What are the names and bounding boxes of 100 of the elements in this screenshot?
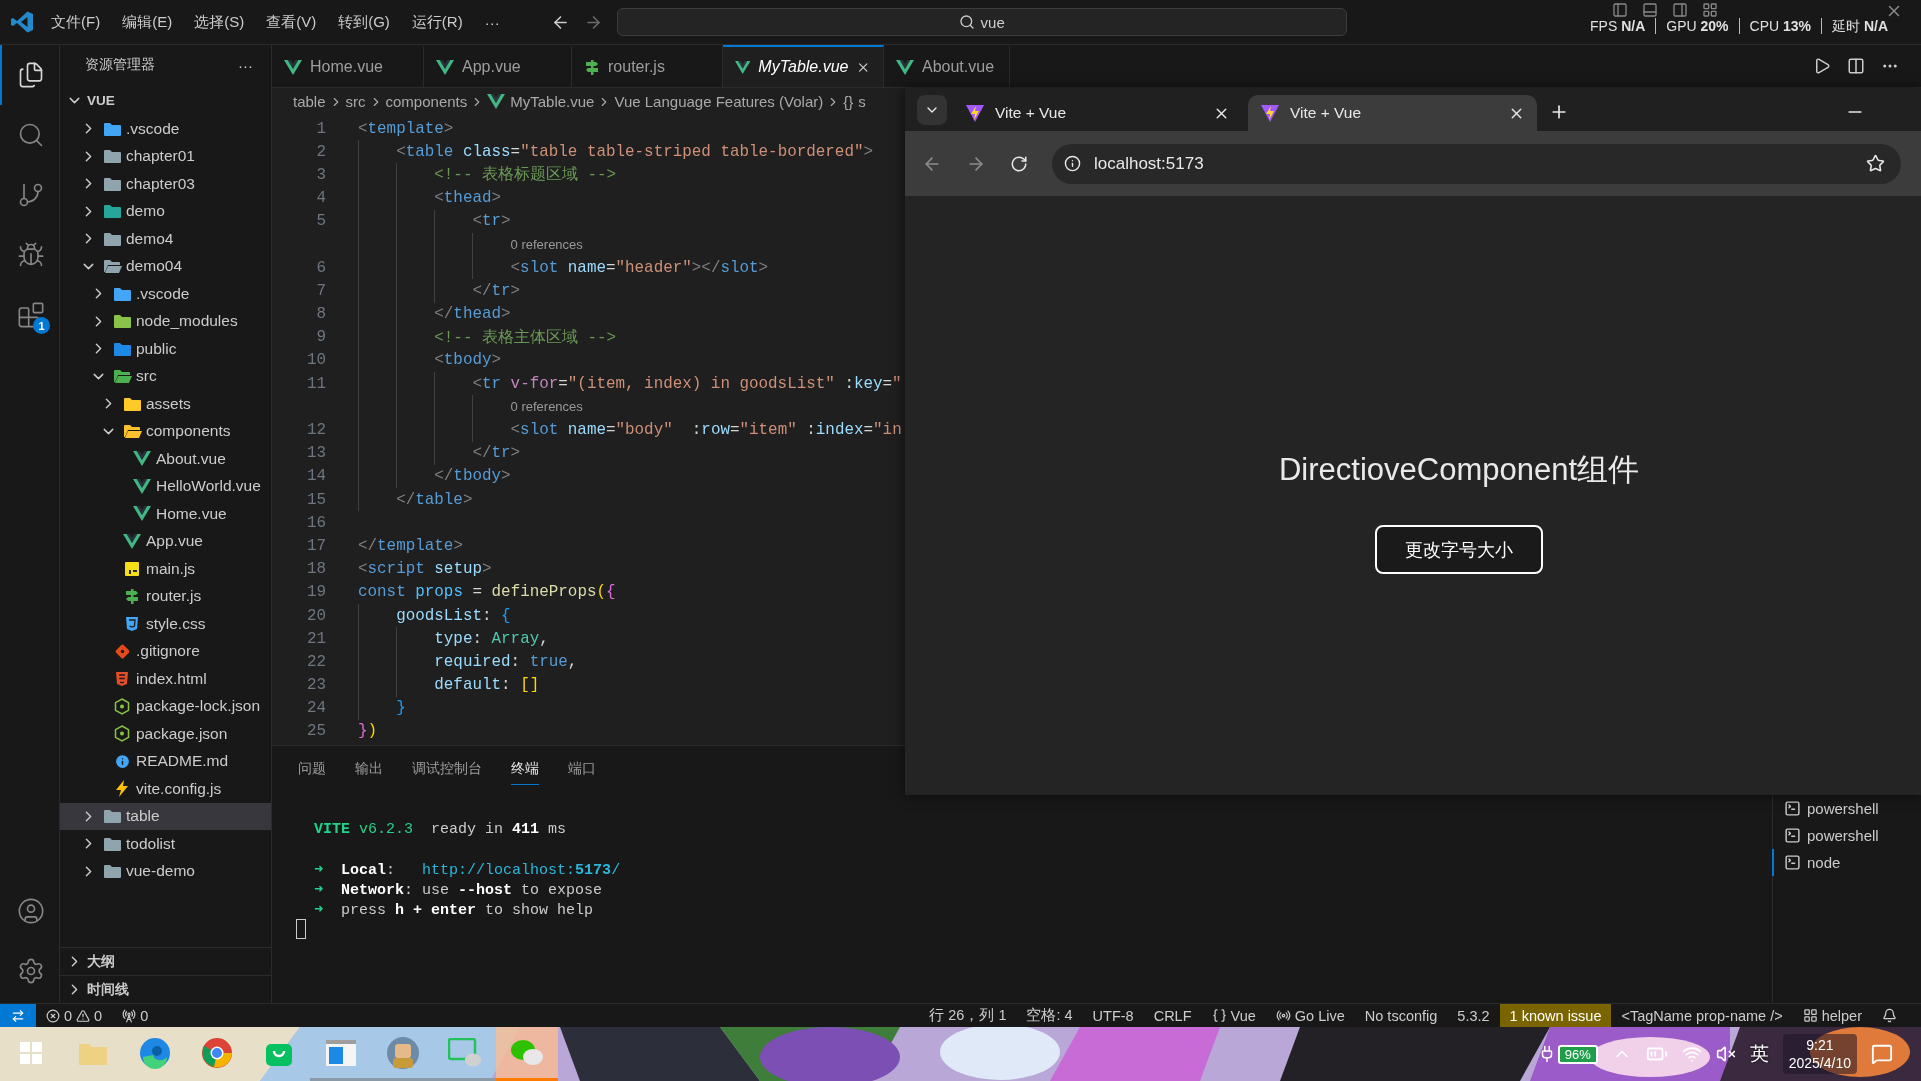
status-item[interactable]: 空格: 4 — [1016, 1004, 1083, 1027]
reload-icon[interactable] — [1010, 154, 1028, 173]
tree-item[interactable]: router.js — [60, 582, 271, 610]
tree-item[interactable]: App.vue — [60, 527, 271, 555]
notification-icon[interactable] — [1871, 1043, 1893, 1065]
folder-icon — [102, 835, 122, 852]
search-field[interactable]: vue — [616, 8, 1347, 36]
tree-item[interactable]: demo4 — [60, 225, 271, 253]
editor-tab[interactable]: MyTable.vue — [723, 45, 884, 87]
tree-item[interactable]: About.vue — [60, 445, 271, 473]
section-header[interactable]: VUE — [60, 85, 271, 115]
tree-item[interactable]: table — [60, 802, 271, 830]
problems-indicator[interactable]: 0 0 — [36, 1004, 113, 1027]
menu-item[interactable]: 选择(S) — [183, 8, 256, 36]
line-number: 16 — [305, 513, 326, 532]
app-window-icon[interactable] — [325, 1038, 357, 1067]
section-header[interactable]: 大纲 — [60, 947, 271, 975]
clock[interactable]: 9:21 2025/4/10 — [1782, 1034, 1857, 1074]
terminal-line: VITE v6.2.3 ready in 411 ms — [314, 820, 567, 838]
info-icon[interactable] — [1064, 155, 1081, 172]
tree-item[interactable]: chapter01 — [60, 142, 271, 170]
tree-item[interactable]: .gitignore — [60, 637, 271, 665]
input-method-indicator[interactable]: 英 — [1749, 1041, 1769, 1067]
status-item[interactable]: Vue — [1201, 1004, 1266, 1027]
tree-item[interactable]: vue-demo — [60, 857, 271, 885]
breadcrumb-item[interactable]: MyTable.vue — [487, 93, 595, 110]
remote-button[interactable] — [0, 1004, 36, 1027]
tree-item[interactable]: Home.vue — [60, 500, 271, 528]
menu-item[interactable]: 编辑(E) — [111, 8, 184, 36]
bookmark-icon[interactable] — [1866, 154, 1885, 173]
chrome-logo-icon[interactable] — [201, 1036, 233, 1069]
font-size-button[interactable]: 更改字号大小 — [1375, 525, 1543, 574]
tree-item[interactable]: package-lock.json — [60, 692, 271, 720]
breadcrumb-item[interactable]: src — [345, 93, 366, 110]
more-menu[interactable]: ··· — [473, 9, 511, 35]
tree-item[interactable]: README.md — [60, 747, 271, 775]
tree-item[interactable]: index.html — [60, 665, 271, 693]
panel-tab[interactable]: 终端 — [511, 751, 539, 785]
edge-logo-icon[interactable] — [139, 1036, 171, 1069]
browser-tab[interactable]: Vite + Vue — [1248, 95, 1537, 131]
status-item[interactable]: helper — [1792, 1004, 1872, 1027]
menu-item[interactable]: 运行(R) — [400, 8, 474, 36]
sidebar-toggle-icon[interactable] — [1612, 2, 1628, 18]
bug-icon[interactable] — [16, 241, 45, 269]
more-actions[interactable]: ··· — [238, 56, 253, 74]
status-item[interactable]: 1 known issue — [1499, 1004, 1612, 1027]
panel-tab[interactable]: 问题 — [298, 751, 326, 785]
terminal-item[interactable]: node — [1772, 849, 1921, 876]
tree-item[interactable]: package.json — [60, 720, 271, 748]
bell-icon[interactable] — [1882, 1008, 1897, 1023]
ports-indicator[interactable]: 0 — [112, 1004, 159, 1027]
tree-item[interactable]: todolist — [60, 830, 271, 858]
run-icon[interactable] — [1813, 57, 1831, 75]
tree-item[interactable]: assets — [60, 390, 271, 418]
panel-toggle-icon[interactable] — [1642, 2, 1658, 18]
status-item[interactable]: <TagName prop-name /> — [1611, 1004, 1793, 1027]
tree-item[interactable]: public — [60, 335, 271, 363]
tree-item[interactable]: .vscode — [60, 280, 271, 308]
muted-speaker-icon[interactable] — [1715, 1044, 1736, 1064]
menu-item[interactable]: 文件(F) — [40, 8, 112, 36]
tree-item[interactable]: .vscode — [60, 115, 271, 143]
tree-item[interactable]: main.js — [60, 555, 271, 583]
layout-icon[interactable] — [1702, 2, 1718, 18]
account-icon[interactable] — [16, 897, 45, 925]
panel-tab[interactable]: 调试控制台 — [412, 751, 482, 785]
panel-tab[interactable]: 端口 — [568, 751, 596, 785]
status-item[interactable]: 行 26，列 1 — [919, 1004, 1017, 1027]
tree-item[interactable]: demo04 — [60, 252, 271, 280]
breadcrumb-item[interactable]: table — [293, 93, 326, 110]
breadcrumb-item[interactable]: {} s — [843, 93, 866, 110]
status-item[interactable]: 5.3.2 — [1447, 1004, 1500, 1027]
status-item[interactable]: Go Live — [1265, 1004, 1355, 1027]
references-link[interactable]: 0 references — [510, 399, 583, 415]
extensions-icon[interactable] — [16, 301, 45, 329]
breadcrumb-item[interactable]: components — [385, 93, 468, 110]
terminal-item[interactable]: powershell — [1772, 822, 1921, 849]
tree-item[interactable]: HelloWorld.vue — [60, 472, 271, 500]
tab-search-button[interactable] — [917, 95, 947, 125]
tree-item[interactable]: components — [60, 417, 271, 445]
tree-item[interactable]: style.css — [60, 610, 271, 638]
terminal-item[interactable]: powershell — [1772, 795, 1921, 822]
references-link[interactable]: 0 references — [510, 237, 583, 253]
status-item[interactable]: No tsconfig — [1354, 1004, 1448, 1027]
menu-item[interactable]: 转到(G) — [327, 8, 401, 36]
tree-item[interactable]: demo — [60, 197, 271, 225]
status-item[interactable]: CRLF — [1143, 1004, 1202, 1027]
status-item[interactable]: UTF-8 — [1082, 1004, 1144, 1027]
breadcrumb-item[interactable]: Vue Language Features (Volar) — [614, 93, 824, 110]
browser-tab[interactable]: Vite + Vue — [953, 95, 1242, 131]
terminal-icon — [1784, 827, 1801, 844]
panel-tab[interactable]: 输出 — [355, 751, 383, 785]
tree-item[interactable]: node_modules — [60, 307, 271, 335]
menu-item[interactable]: 查看(V) — [255, 8, 328, 36]
tree-item[interactable]: chapter03 — [60, 170, 271, 198]
tree-item[interactable]: vite.config.js — [60, 775, 271, 803]
split-editor-icon[interactable] — [1847, 57, 1865, 75]
folder-icon — [122, 423, 142, 440]
secondary-sidebar-icon[interactable] — [1672, 2, 1688, 18]
tree-item[interactable]: src — [60, 362, 271, 390]
address-field[interactable]: localhost:5173 — [1052, 143, 1901, 184]
